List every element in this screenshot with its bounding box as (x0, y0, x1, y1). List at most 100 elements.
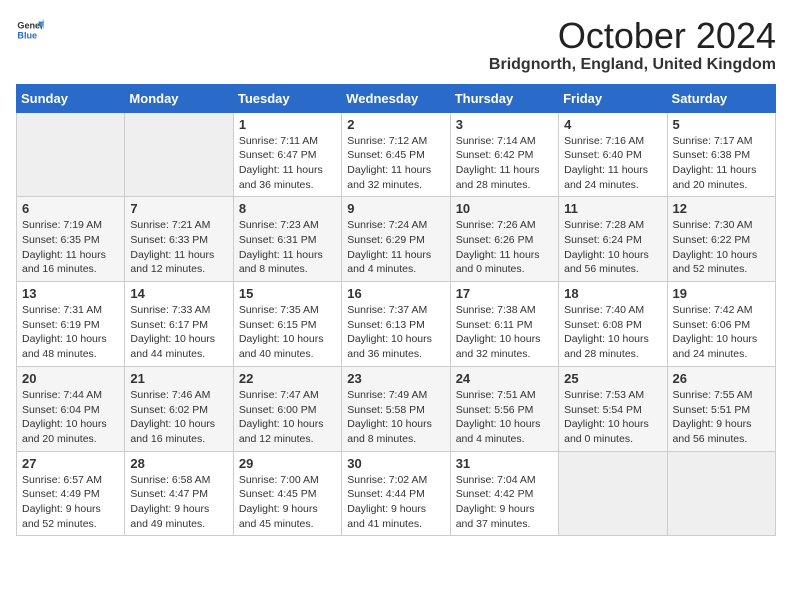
header-sunday: Sunday (17, 84, 125, 112)
day-info: Sunrise: 7:33 AMSunset: 6:17 PMDaylight:… (130, 303, 227, 362)
day-number: 17 (456, 286, 553, 301)
day-info: Sunrise: 7:12 AMSunset: 6:45 PMDaylight:… (347, 134, 444, 193)
calendar-cell: 18Sunrise: 7:40 AMSunset: 6:08 PMDayligh… (559, 282, 667, 367)
calendar-header-row: SundayMondayTuesdayWednesdayThursdayFrid… (17, 84, 776, 112)
calendar-week-row: 27 Sunrise: 6:57 AMSunset: 4:49 PMDayligh… (17, 451, 776, 536)
calendar-cell: 5Sunrise: 7:17 AMSunset: 6:38 PMDaylight… (667, 112, 775, 197)
day-info: Sunrise: 7:23 AMSunset: 6:31 PMDaylight:… (239, 218, 336, 277)
calendar-cell: 29Sunrise: 7:00 AMSunset: 4:45 PMDayligh… (233, 451, 341, 536)
calendar-cell: 13 Sunrise: 7:31 AMSunset: 6:19 PMDayligh… (17, 282, 125, 367)
day-info: Sunrise: 7:24 AMSunset: 6:29 PMDaylight:… (347, 218, 444, 277)
day-number: 27 (22, 456, 119, 471)
day-info: Sunrise: 7:49 AMSunset: 5:58 PMDaylight:… (347, 388, 444, 447)
calendar-cell: 2 Sunrise: 7:12 AMSunset: 6:45 PMDaylight… (342, 112, 450, 197)
day-info: Sunrise: 7:19 AMSunset: 6:35 PMDaylight:… (22, 218, 119, 277)
day-info: Sunrise: 7:46 AMSunset: 6:02 PMDaylight:… (130, 388, 227, 447)
day-info: Sunrise: 7:38 AMSunset: 6:11 PMDaylight:… (456, 303, 553, 362)
header-wednesday: Wednesday (342, 84, 450, 112)
day-number: 24 (456, 371, 553, 386)
calendar-cell: 15 Sunrise: 7:35 AMSunset: 6:15 PMDayligh… (233, 282, 341, 367)
day-info: Sunrise: 7:55 AMSunset: 5:51 PMDaylight:… (673, 388, 770, 447)
calendar-cell: 22 Sunrise: 7:47 AMSunset: 6:00 PMDayligh… (233, 366, 341, 451)
day-info: Sunrise: 7:35 AMSunset: 6:15 PMDaylight:… (239, 303, 336, 362)
day-number: 12 (673, 201, 770, 216)
day-info: Sunrise: 7:42 AMSunset: 6:06 PMDaylight:… (673, 303, 770, 362)
calendar-cell: 28 Sunrise: 6:58 AMSunset: 4:47 PMDayligh… (125, 451, 233, 536)
day-info: Sunrise: 7:28 AMSunset: 6:24 PMDaylight:… (564, 218, 661, 277)
day-info: Sunrise: 7:16 AMSunset: 6:40 PMDaylight:… (564, 134, 661, 193)
calendar-cell: 19 Sunrise: 7:42 AMSunset: 6:06 PMDayligh… (667, 282, 775, 367)
calendar-cell: 14 Sunrise: 7:33 AMSunset: 6:17 PMDayligh… (125, 282, 233, 367)
calendar-cell: 25 Sunrise: 7:53 AMSunset: 5:54 PMDayligh… (559, 366, 667, 451)
calendar-week-row: 1Sunrise: 7:11 AMSunset: 6:47 PMDaylight… (17, 112, 776, 197)
day-info: Sunrise: 7:51 AMSunset: 5:56 PMDaylight:… (456, 388, 553, 447)
calendar-cell: 4 Sunrise: 7:16 AMSunset: 6:40 PMDaylight… (559, 112, 667, 197)
logo-icon: General Blue (16, 16, 44, 44)
day-number: 4 (564, 117, 661, 132)
calendar-cell: 21 Sunrise: 7:46 AMSunset: 6:02 PMDayligh… (125, 366, 233, 451)
day-info: Sunrise: 7:37 AMSunset: 6:13 PMDaylight:… (347, 303, 444, 362)
day-info: Sunrise: 7:17 AMSunset: 6:38 PMDaylight:… (673, 134, 770, 193)
calendar-cell: 6 Sunrise: 7:19 AMSunset: 6:35 PMDaylight… (17, 197, 125, 282)
day-info: Sunrise: 7:04 AMSunset: 4:42 PMDaylight:… (456, 473, 553, 532)
month-title: October 2024 (489, 16, 776, 56)
day-number: 29 (239, 456, 336, 471)
header-thursday: Thursday (450, 84, 558, 112)
day-number: 16 (347, 286, 444, 301)
page-header: General Blue October 2024 Bridgnorth, En… (16, 16, 776, 74)
day-info: Sunrise: 7:53 AMSunset: 5:54 PMDaylight:… (564, 388, 661, 447)
day-info: Sunrise: 7:47 AMSunset: 6:00 PMDaylight:… (239, 388, 336, 447)
day-number: 28 (130, 456, 227, 471)
calendar-cell: 24 Sunrise: 7:51 AMSunset: 5:56 PMDayligh… (450, 366, 558, 451)
day-number: 19 (673, 286, 770, 301)
calendar-cell (125, 112, 233, 197)
calendar-cell: 9 Sunrise: 7:24 AMSunset: 6:29 PMDaylight… (342, 197, 450, 282)
day-number: 26 (673, 371, 770, 386)
calendar-cell: 8 Sunrise: 7:23 AMSunset: 6:31 PMDaylight… (233, 197, 341, 282)
day-number: 6 (22, 201, 119, 216)
calendar-cell: 27 Sunrise: 6:57 AMSunset: 4:49 PMDayligh… (17, 451, 125, 536)
day-number: 3 (456, 117, 553, 132)
day-info: Sunrise: 7:11 AMSunset: 6:47 PMDaylight:… (239, 134, 336, 193)
calendar-cell: 16 Sunrise: 7:37 AMSunset: 6:13 PMDayligh… (342, 282, 450, 367)
day-number: 13 (22, 286, 119, 301)
day-number: 2 (347, 117, 444, 132)
calendar-cell: 1Sunrise: 7:11 AMSunset: 6:47 PMDaylight… (233, 112, 341, 197)
calendar-cell (559, 451, 667, 536)
day-number: 23 (347, 371, 444, 386)
day-number: 8 (239, 201, 336, 216)
day-info: Sunrise: 7:26 AMSunset: 6:26 PMDaylight:… (456, 218, 553, 277)
day-info: Sunrise: 6:58 AMSunset: 4:47 PMDaylight:… (130, 473, 227, 532)
title-section: October 2024 Bridgnorth, England, United… (489, 16, 776, 74)
day-number: 21 (130, 371, 227, 386)
day-number: 9 (347, 201, 444, 216)
calendar-cell (17, 112, 125, 197)
calendar-week-row: 20 Sunrise: 7:44 AMSunset: 6:04 PMDayligh… (17, 366, 776, 451)
header-friday: Friday (559, 84, 667, 112)
calendar-cell: 12Sunrise: 7:30 AMSunset: 6:22 PMDayligh… (667, 197, 775, 282)
day-number: 20 (22, 371, 119, 386)
day-number: 31 (456, 456, 553, 471)
day-info: Sunrise: 7:40 AMSunset: 6:08 PMDaylight:… (564, 303, 661, 362)
calendar-cell: 26 Sunrise: 7:55 AMSunset: 5:51 PMDayligh… (667, 366, 775, 451)
header-saturday: Saturday (667, 84, 775, 112)
day-number: 22 (239, 371, 336, 386)
location-subtitle: Bridgnorth, England, United Kingdom (489, 56, 776, 74)
svg-text:Blue: Blue (17, 30, 37, 40)
header-tuesday: Tuesday (233, 84, 341, 112)
calendar-cell: 30Sunrise: 7:02 AMSunset: 4:44 PMDayligh… (342, 451, 450, 536)
day-info: Sunrise: 6:57 AMSunset: 4:49 PMDaylight:… (22, 473, 119, 532)
calendar-cell: 17 Sunrise: 7:38 AMSunset: 6:11 PMDayligh… (450, 282, 558, 367)
day-info: Sunrise: 7:44 AMSunset: 6:04 PMDaylight:… (22, 388, 119, 447)
day-number: 10 (456, 201, 553, 216)
day-number: 25 (564, 371, 661, 386)
day-number: 14 (130, 286, 227, 301)
calendar-cell: 11Sunrise: 7:28 AMSunset: 6:24 PMDayligh… (559, 197, 667, 282)
day-number: 15 (239, 286, 336, 301)
calendar-table: SundayMondayTuesdayWednesdayThursdayFrid… (16, 84, 776, 537)
header-monday: Monday (125, 84, 233, 112)
day-info: Sunrise: 7:14 AMSunset: 6:42 PMDaylight:… (456, 134, 553, 193)
calendar-week-row: 6 Sunrise: 7:19 AMSunset: 6:35 PMDaylight… (17, 197, 776, 282)
day-number: 30 (347, 456, 444, 471)
day-info: Sunrise: 7:31 AMSunset: 6:19 PMDaylight:… (22, 303, 119, 362)
